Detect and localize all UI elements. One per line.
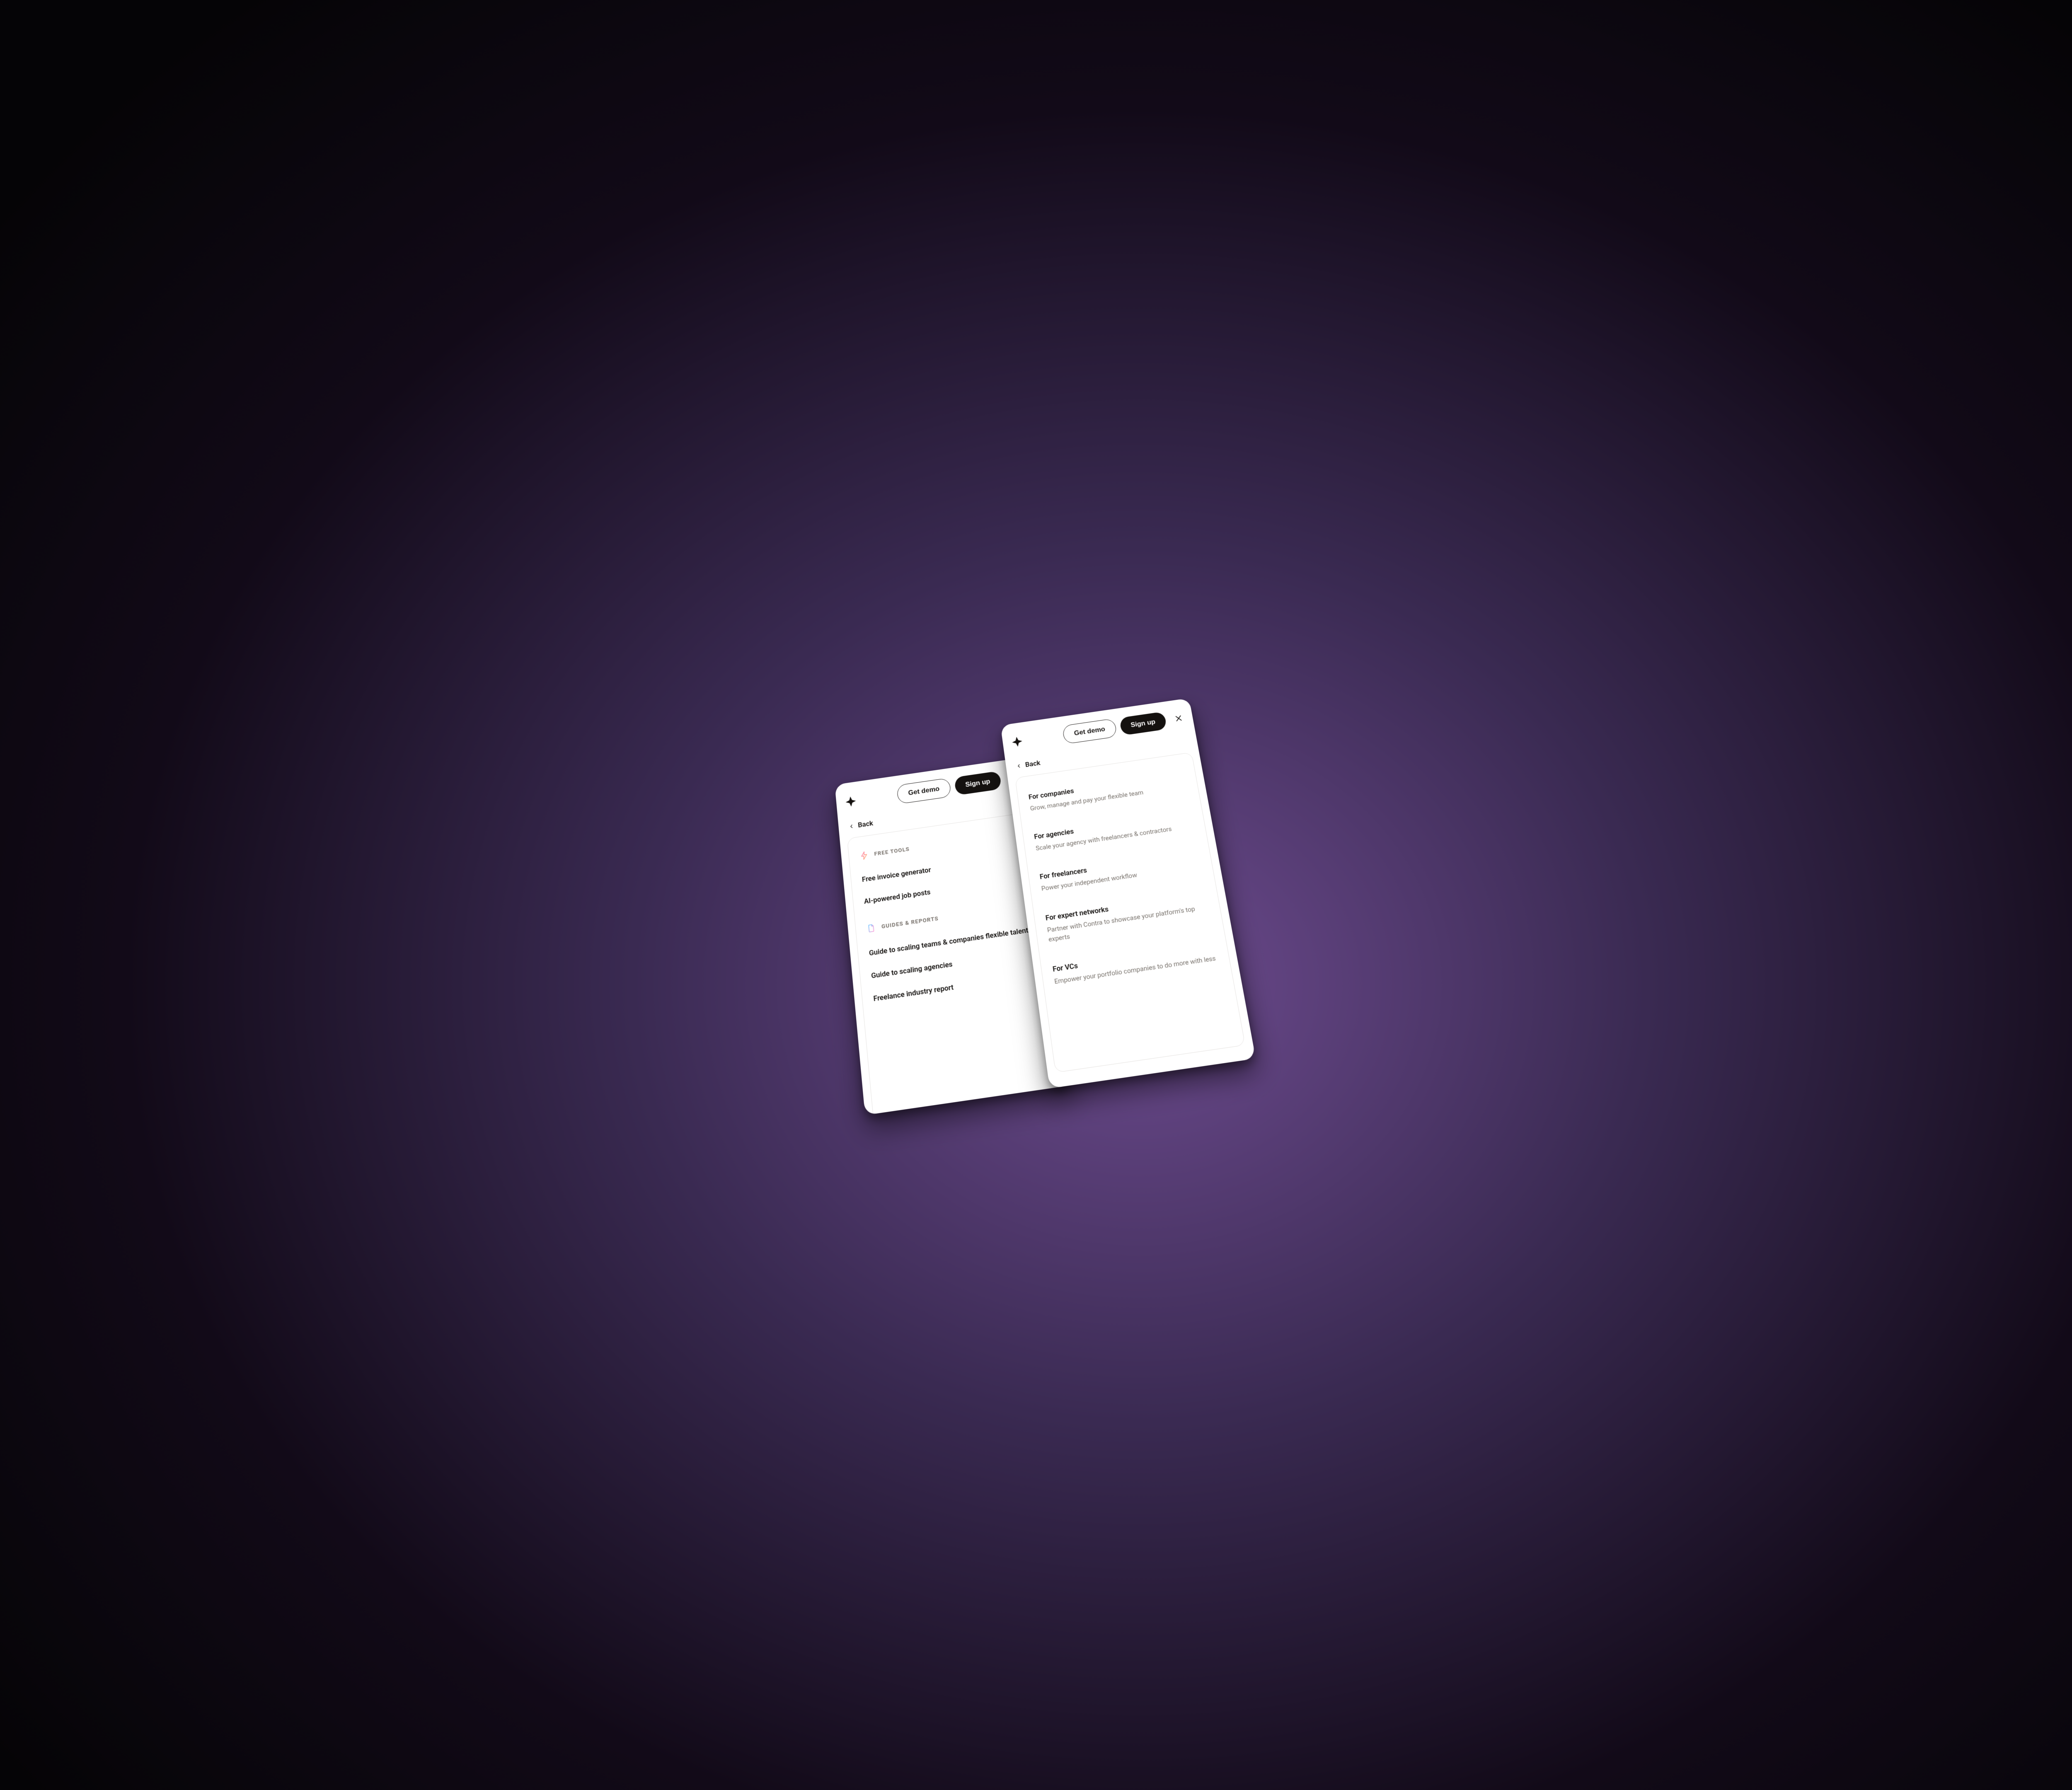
signup-button[interactable]: Sign up — [954, 771, 1002, 796]
menu-panel: For companies Grow, manage and pay your … — [1015, 752, 1245, 1073]
get-demo-button[interactable]: Get demo — [896, 778, 951, 804]
chevron-left-icon — [849, 824, 854, 829]
lightning-icon — [859, 851, 869, 861]
back-label: Back — [857, 819, 873, 830]
document-icon — [866, 923, 876, 933]
chevron-left-icon — [1016, 763, 1021, 769]
brand-logo-icon — [845, 795, 857, 808]
section-label: FREE TOOLS — [874, 846, 910, 857]
back-label: Back — [1025, 759, 1041, 769]
get-demo-button[interactable]: Get demo — [1062, 718, 1117, 744]
brand-logo-icon — [1011, 735, 1023, 748]
signup-button[interactable]: Sign up — [1119, 711, 1167, 735]
close-icon[interactable] — [1173, 713, 1185, 724]
